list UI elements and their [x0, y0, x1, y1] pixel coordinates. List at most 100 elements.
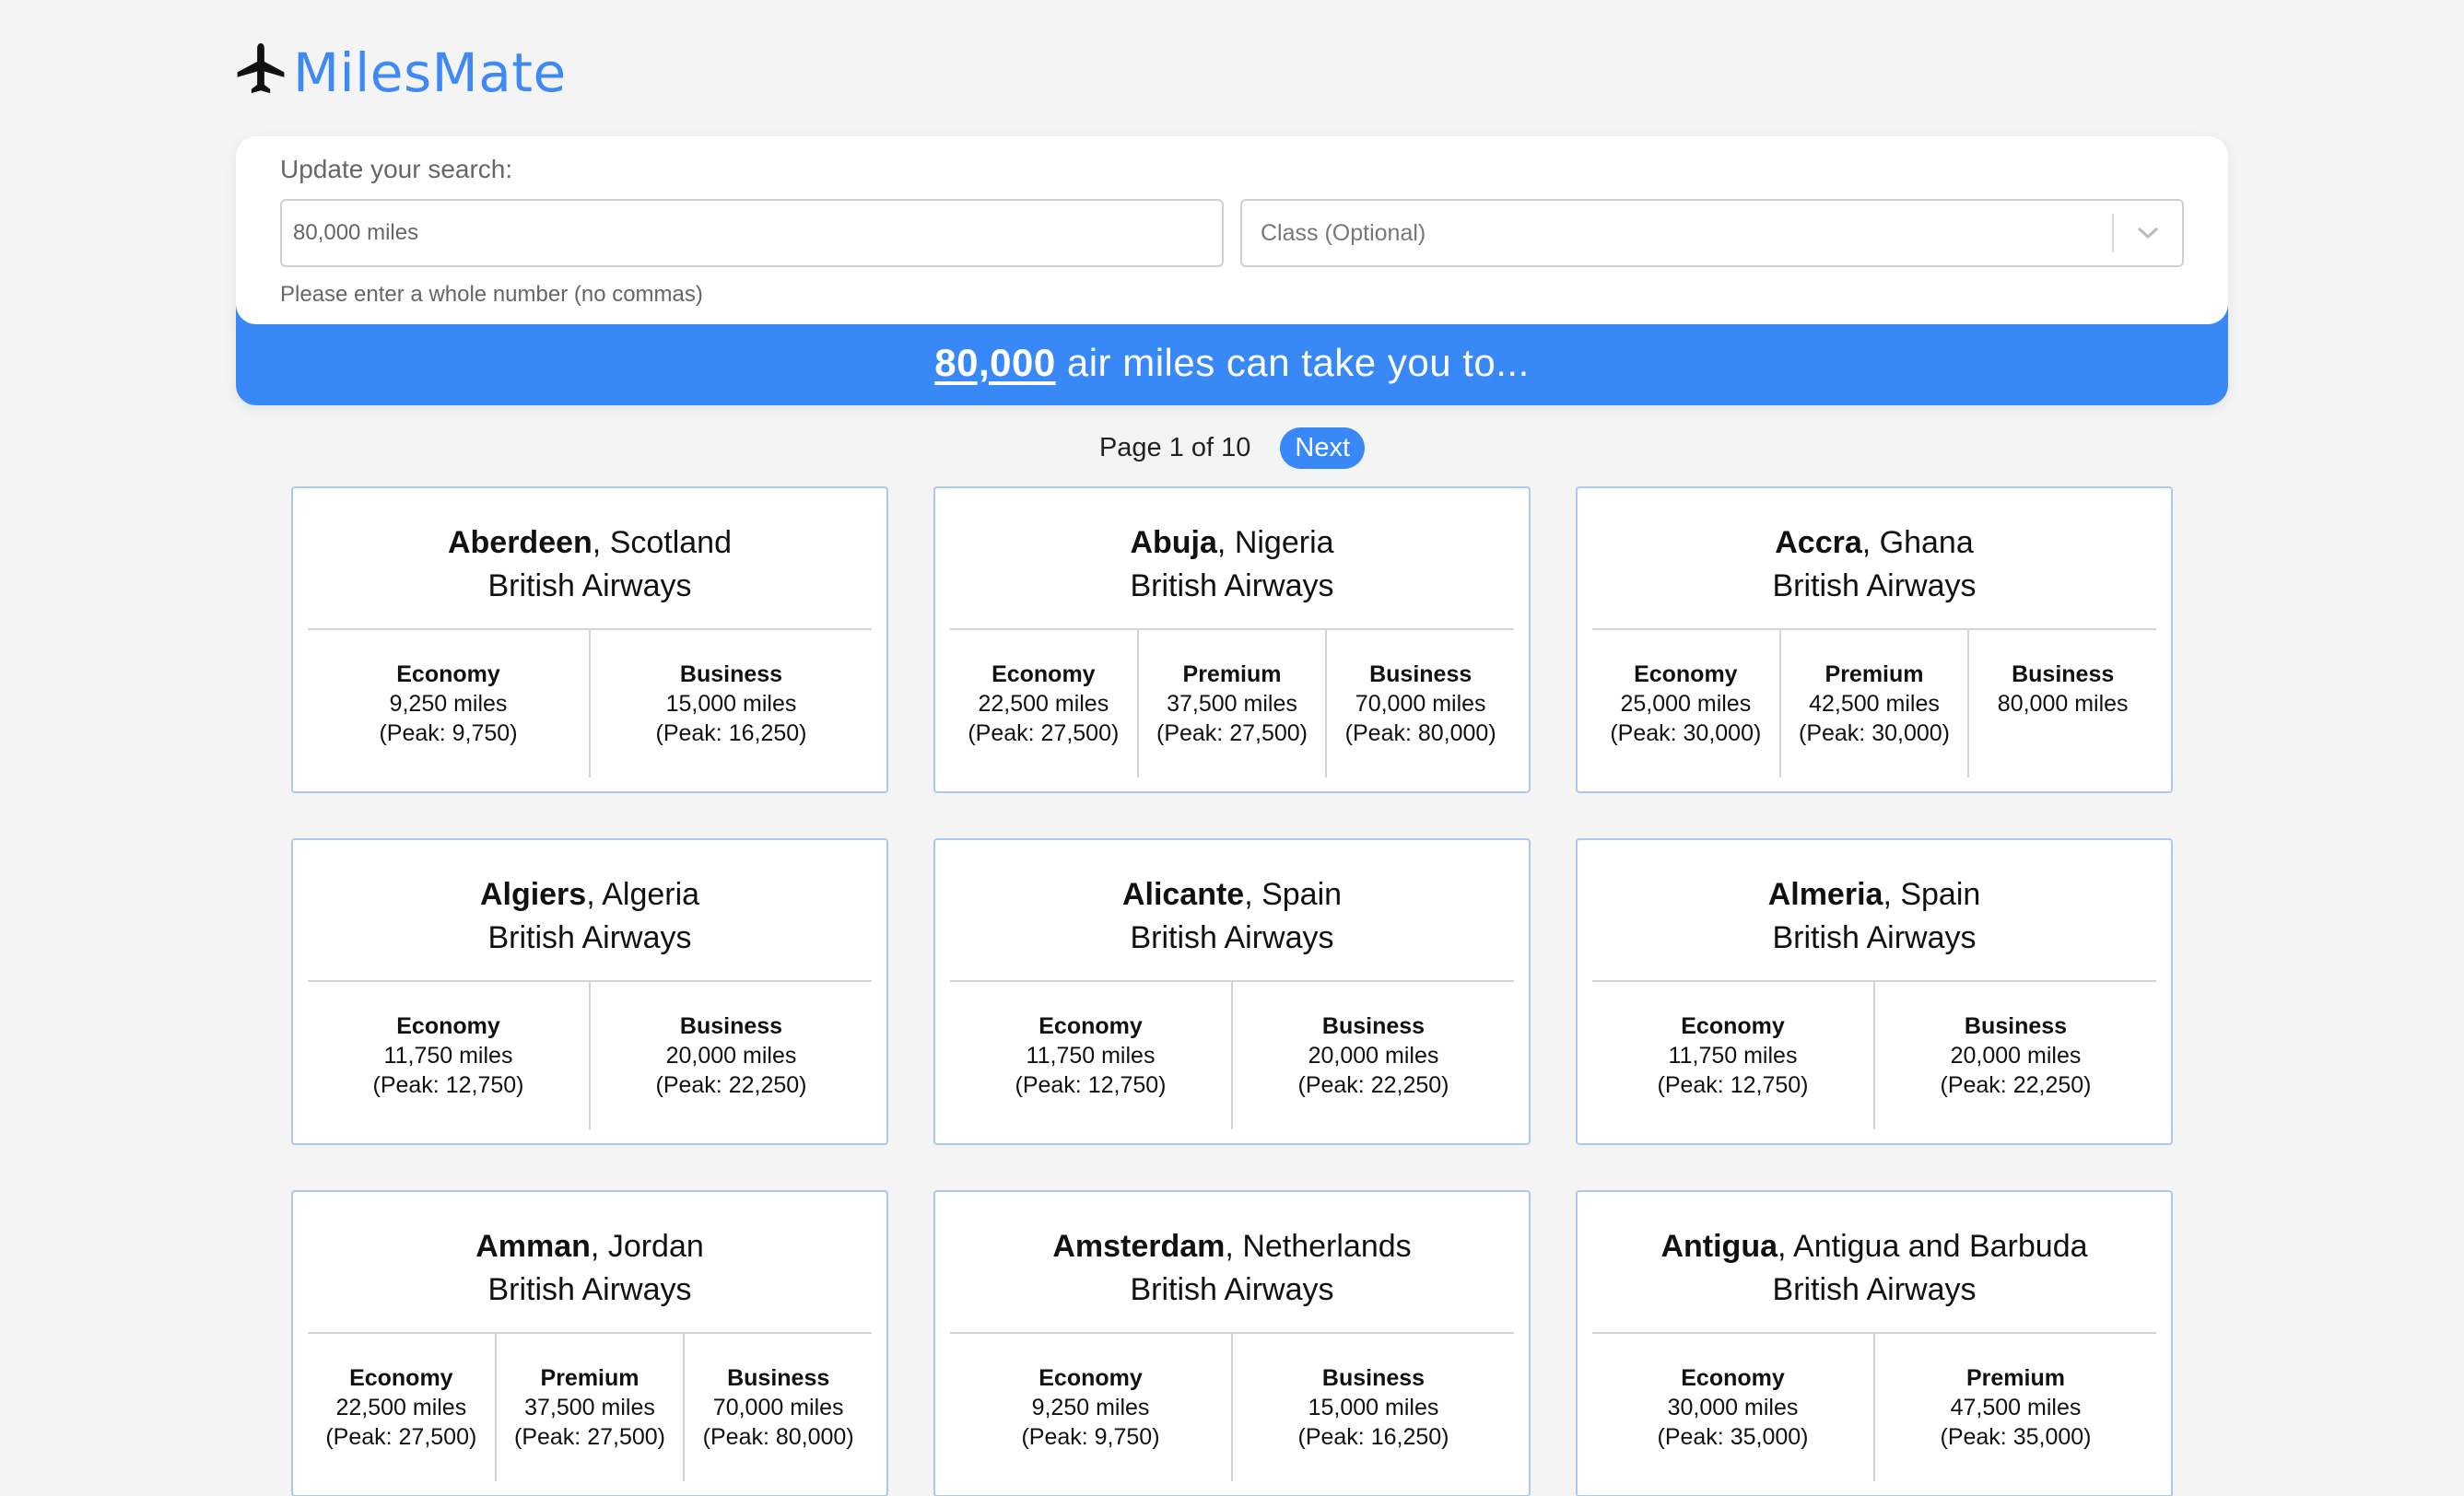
fare-column: Economy 22,500 miles (Peak: 27,500) [308, 1334, 497, 1481]
fare-peak-miles: (Peak: 16,250) [655, 720, 807, 746]
fare-column: Economy 11,750 miles (Peak: 12,750) [308, 982, 591, 1129]
fare-class: Business [2012, 661, 2115, 687]
fare-column: Business 20,000 miles (Peak: 22,250) [1233, 982, 1514, 1129]
destination-card[interactable]: Aberdeen, Scotland British Airways Economy… [291, 486, 888, 793]
destination-airline: British Airways [487, 920, 692, 955]
fare-column: Business 20,000 miles (Peak: 22,250) [1875, 982, 2156, 1129]
fare-table: Economy 22,500 miles (Peak: 27,500) Premium… [308, 1334, 872, 1481]
destination-city: Alicante [1121, 877, 1245, 912]
fare-table: Economy 22,500 miles (Peak: 27,500) Premium… [950, 630, 1514, 777]
fare-miles: 15,000 miles [1308, 1395, 1439, 1420]
brand-logo[interactable]: MilesMate [234, 41, 567, 104]
fare-class: Economy [1038, 1013, 1143, 1039]
chevron-down-icon[interactable] [2114, 226, 2182, 240]
destination-card[interactable]: Antigua, Antigua and Barbuda British Airw… [1576, 1190, 2173, 1496]
fare-class: Business [1369, 661, 1473, 687]
destination-card[interactable]: Amsterdam, Netherlands British Airways Eco… [933, 1190, 1531, 1496]
fare-peak-miles: (Peak: 9,750) [1021, 1424, 1160, 1450]
destination-country: , Antigua and Barbuda [1778, 1229, 2088, 1264]
destination-airline: British Airways [1130, 920, 1334, 955]
destination-country: , Scotland [592, 525, 733, 560]
fare-miles: 25,000 miles [1620, 691, 1752, 717]
destination-location: Accra, Ghana [1592, 521, 2156, 564]
fare-miles: 22,500 miles [978, 691, 1109, 717]
destination-card[interactable]: Alicante, Spain British Airways Economy 11,… [933, 838, 1531, 1145]
fare-class: Premium [1182, 661, 1282, 687]
fare-table: Economy 11,750 miles (Peak: 12,750) Busines… [1592, 982, 2156, 1129]
fare-peak-miles: (Peak: 27,500) [514, 1424, 665, 1450]
search-label: Update your search: [280, 155, 513, 183]
destination-header: Alicante, Spain British Airways [950, 840, 1514, 982]
airplane-icon [234, 41, 287, 104]
destination-airline: British Airways [487, 1272, 692, 1307]
destination-card[interactable]: Almeria, Spain British Airways Economy 11,7… [1576, 838, 2173, 1145]
fare-class: Premium [1825, 661, 1924, 687]
fare-column: Business 80,000 miles [1969, 630, 2156, 777]
pagination: Page 1 of 10 Next [0, 427, 2464, 469]
fare-miles: 15,000 miles [665, 691, 797, 717]
fare-miles: 37,500 miles [524, 1395, 655, 1420]
destination-header: Antigua, Antigua and Barbuda British Airw… [1592, 1192, 2156, 1334]
destination-location: Algiers, Algeria [308, 873, 872, 916]
fare-column: Premium 42,500 miles (Peak: 30,000) [1781, 630, 1970, 777]
destination-card[interactable]: Amman, Jordan British Airways Economy 22,50… [291, 1190, 888, 1496]
fare-class: Business [727, 1365, 830, 1391]
destination-location: Almeria, Spain [1592, 873, 2156, 916]
fare-class: Economy [1681, 1013, 1785, 1039]
fare-column: Economy 30,000 miles (Peak: 35,000) [1592, 1334, 1875, 1481]
fare-table: Economy 11,750 miles (Peak: 12,750) Busines… [308, 982, 872, 1129]
fare-column: Premium 47,500 miles (Peak: 35,000) [1875, 1334, 2156, 1481]
destination-header: Amsterdam, Netherlands British Airways [950, 1192, 1514, 1334]
fare-peak-miles: (Peak: 22,250) [1940, 1072, 2092, 1098]
fare-miles: 11,750 miles [383, 1043, 513, 1069]
fare-table: Economy 11,750 miles (Peak: 12,750) Busines… [950, 982, 1514, 1129]
class-select[interactable]: Class (Optional) [1240, 199, 2184, 267]
destination-header: Aberdeen, Scotland British Airways [308, 488, 872, 630]
fare-miles: 37,500 miles [1167, 691, 1297, 717]
destination-location: Abuja, Nigeria [950, 521, 1514, 564]
destination-header: Accra, Ghana British Airways [1592, 488, 2156, 630]
destination-country: , Ghana [1861, 525, 1974, 560]
fare-peak-miles: (Peak: 35,000) [1657, 1424, 1809, 1450]
fare-miles: 47,500 miles [1950, 1395, 2082, 1420]
destination-card[interactable]: Accra, Ghana British Airways Economy 25,000… [1576, 486, 2173, 793]
destination-airline: British Airways [1772, 920, 1977, 955]
fare-peak-miles: (Peak: 80,000) [1344, 720, 1496, 746]
destination-airline: British Airways [1130, 568, 1334, 603]
destination-header: Abuja, Nigeria British Airways [950, 488, 1514, 630]
destination-card[interactable]: Abuja, Nigeria British Airways Economy 22,5… [933, 486, 1531, 793]
miles-amount-link[interactable]: 80,000 [934, 341, 1055, 384]
fare-peak-miles: (Peak: 12,750) [1657, 1072, 1809, 1098]
miles-input[interactable] [280, 199, 1224, 267]
fare-column: Business 15,000 miles (Peak: 16,250) [1233, 1334, 1514, 1481]
fare-class: Economy [1038, 1365, 1143, 1391]
destination-card[interactable]: Algiers, Algeria British Airways Economy 11… [291, 838, 888, 1145]
destination-location: Alicante, Spain [950, 873, 1514, 916]
destination-location: Amman, Jordan [308, 1225, 872, 1268]
destination-location: Amsterdam, Netherlands [950, 1225, 1514, 1268]
fare-table: Economy 25,000 miles (Peak: 30,000) Premium… [1592, 630, 2156, 777]
fare-peak-miles: (Peak: 27,500) [968, 720, 1120, 746]
fare-miles: 70,000 miles [712, 1395, 844, 1420]
fare-class: Premium [1966, 1365, 2065, 1391]
fare-table: Economy 9,250 miles (Peak: 9,750) Business 1… [308, 630, 872, 777]
fare-class: Economy [1634, 661, 1738, 687]
destination-location: Aberdeen, Scotland [308, 521, 872, 564]
fare-class: Business [1964, 1013, 2068, 1039]
fare-column: Economy 9,250 miles (Peak: 9,750) [308, 630, 591, 777]
destination-city: Amsterdam [1052, 1229, 1226, 1264]
fare-miles: 9,250 miles [1031, 1395, 1150, 1420]
destination-country: , Netherlands [1225, 1229, 1412, 1264]
fare-peak-miles: (Peak: 16,250) [1297, 1424, 1449, 1450]
destination-city: Aberdeen [447, 525, 593, 560]
fare-column: Premium 37,500 miles (Peak: 27,500) [1139, 630, 1328, 777]
results-heading: 80,000 air miles can take you to... [236, 341, 2228, 385]
next-page-button[interactable]: Next [1280, 427, 1366, 469]
destination-country: , Spain [1244, 877, 1343, 912]
fare-miles: 20,000 miles [1308, 1043, 1439, 1069]
fare-class: Economy [349, 1365, 453, 1391]
fare-column: Premium 37,500 miles (Peak: 27,500) [497, 1334, 686, 1481]
destination-city: Amman [475, 1229, 591, 1264]
fare-miles: 11,750 miles [1026, 1043, 1156, 1069]
fare-class: Economy [396, 1013, 500, 1039]
